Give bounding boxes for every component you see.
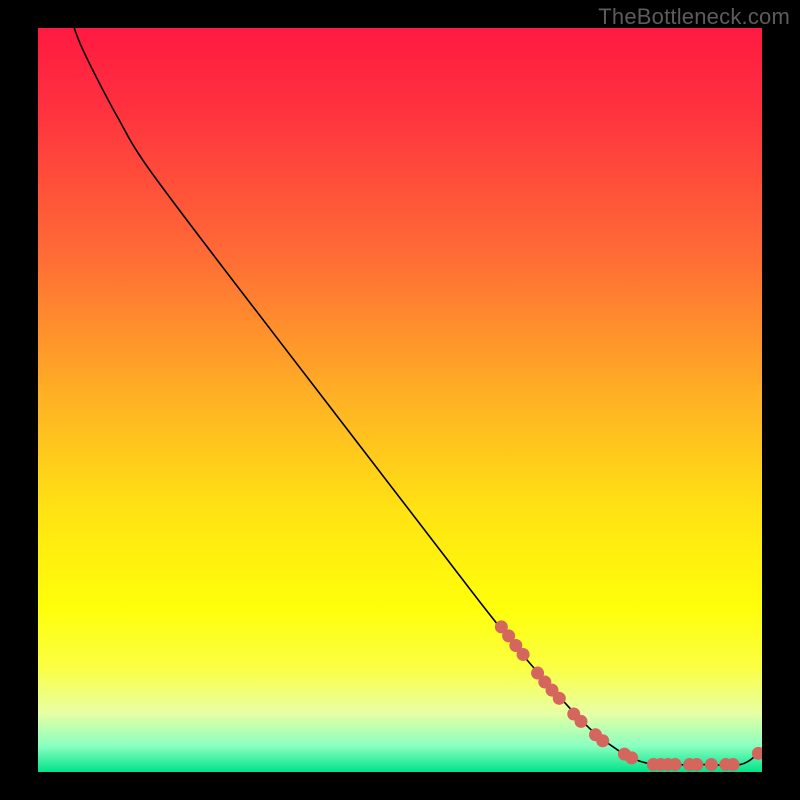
- marker-point: [690, 758, 703, 771]
- marker-point: [517, 648, 530, 661]
- marker-point: [669, 758, 682, 771]
- marker-point: [596, 734, 609, 747]
- chart-plot: [38, 28, 762, 772]
- plot-background: [38, 28, 762, 772]
- marker-point: [625, 751, 638, 764]
- watermark-text: TheBottleneck.com: [598, 4, 790, 30]
- marker-point: [705, 758, 718, 771]
- marker-point: [553, 692, 566, 705]
- chart-frame: TheBottleneck.com: [0, 0, 800, 800]
- marker-point: [727, 758, 740, 771]
- marker-point: [575, 715, 588, 728]
